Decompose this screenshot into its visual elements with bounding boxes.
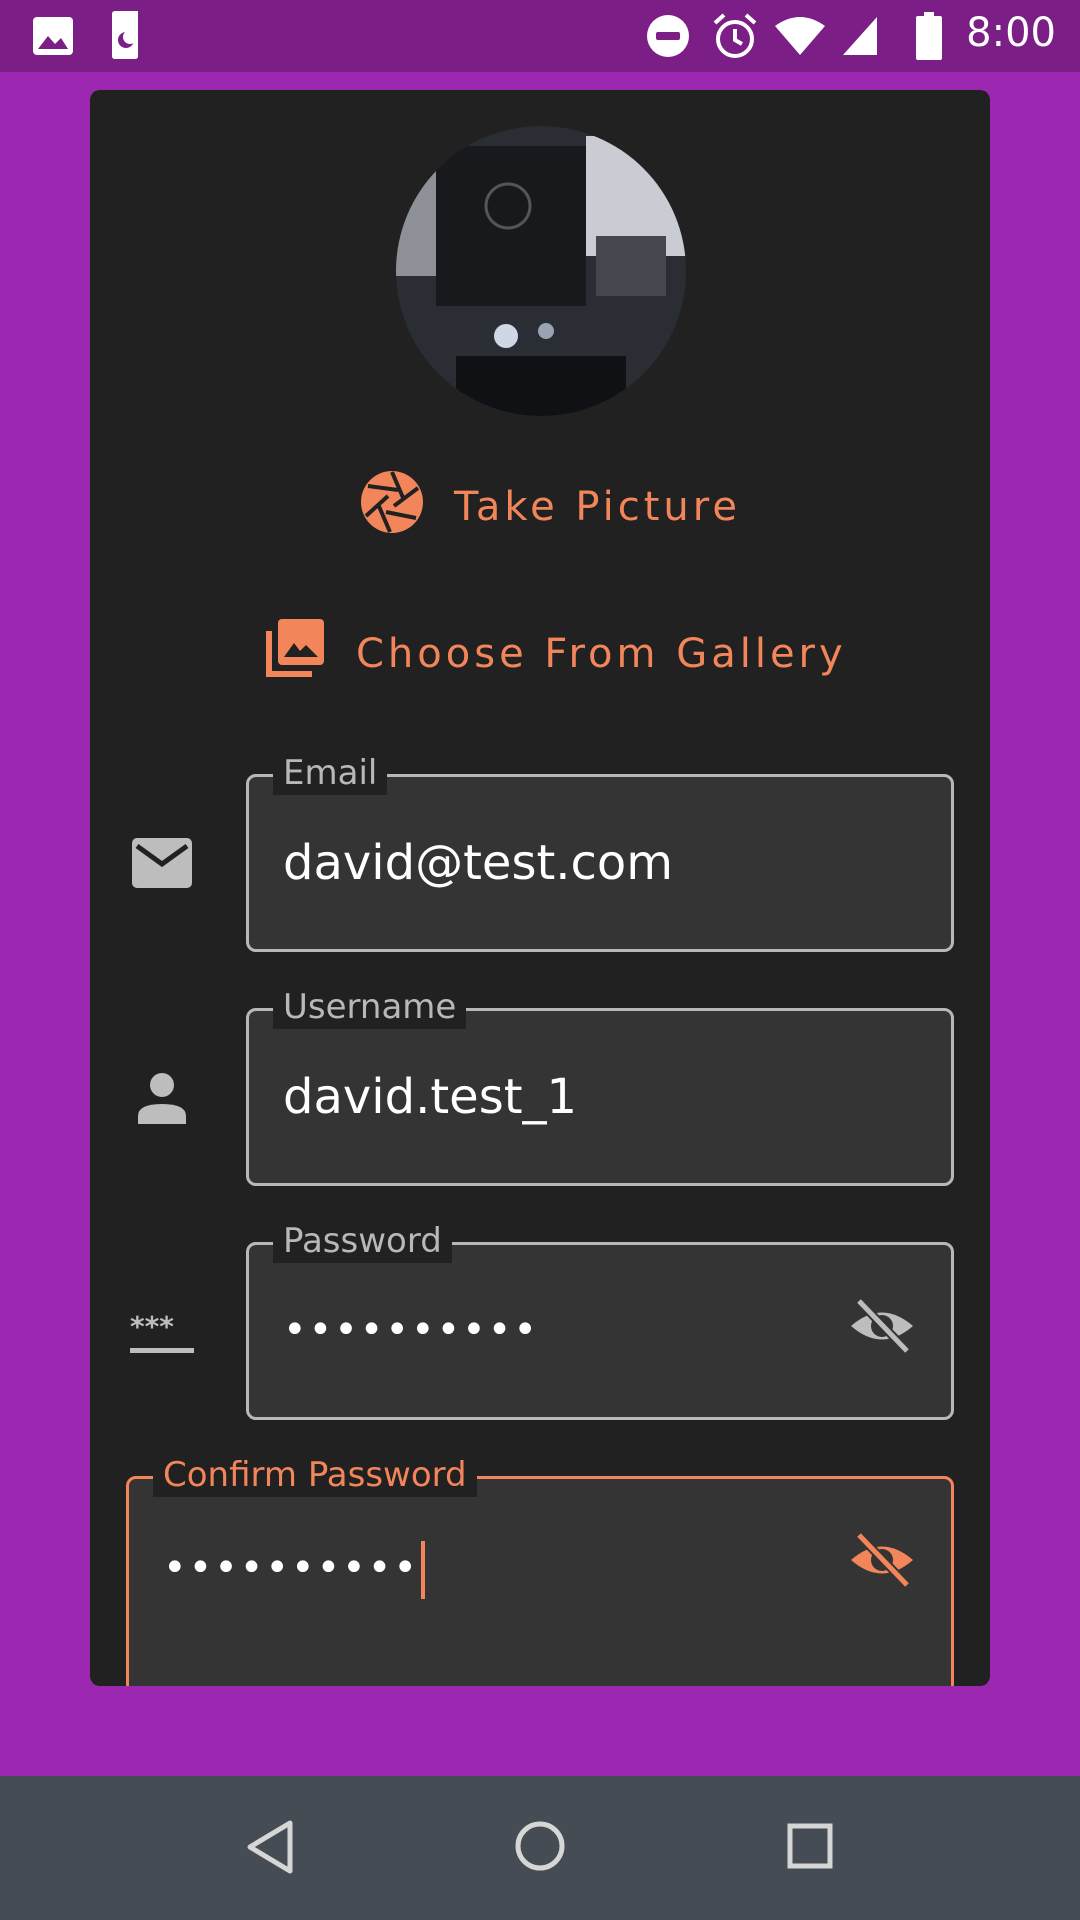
home-icon[interactable] [514, 1820, 566, 1876]
recents-icon[interactable] [786, 1822, 834, 1874]
confirm-password-value: •••••••••• [163, 1541, 425, 1599]
username-field[interactable]: Username david.test_1 [246, 985, 954, 1186]
username-value: david.test_1 [283, 1069, 578, 1125]
camera-shutter-icon [360, 470, 424, 544]
confirm-password-field[interactable]: Confirm Password •••••••••• [126, 1453, 954, 1686]
sign-up-card: Take Picture Choose From Gallery Email d… [90, 90, 990, 1686]
take-picture-button[interactable]: Take Picture [360, 470, 741, 544]
username-label: Username [273, 985, 467, 1029]
email-label: Email [273, 751, 388, 795]
password-icon: *** [130, 1310, 196, 1362]
signal-icon [842, 16, 878, 60]
password-label: Password [273, 1219, 452, 1263]
choose-from-gallery-label: Choose From Gallery [356, 631, 847, 677]
alarm-icon [712, 12, 758, 64]
sim-card-icon [110, 10, 140, 64]
visibility-off-icon[interactable] [849, 1531, 915, 1593]
profile-avatar[interactable] [396, 126, 686, 416]
text-caret [420, 1541, 425, 1599]
photo-library-icon [262, 617, 326, 691]
navigation-bar [0, 1776, 1080, 1920]
back-icon[interactable] [246, 1820, 294, 1878]
email-value: david@test.com [283, 835, 674, 891]
password-field[interactable]: Password •••••••••• [246, 1219, 954, 1420]
image-icon [32, 16, 74, 60]
status-time: 8:00 [966, 10, 1056, 56]
password-value: •••••••••• [283, 1307, 539, 1353]
status-bar: 8:00 [0, 0, 1080, 72]
wifi-icon [774, 16, 826, 60]
svg-text:***: *** [130, 1314, 174, 1343]
take-picture-label: Take Picture [454, 484, 741, 530]
visibility-off-icon[interactable] [849, 1297, 915, 1359]
battery-icon [916, 12, 942, 64]
choose-from-gallery-button[interactable]: Choose From Gallery [262, 614, 847, 694]
do-not-disturb-icon [646, 14, 690, 62]
email-field[interactable]: Email david@test.com [246, 751, 954, 952]
person-icon [136, 1072, 188, 1128]
email-icon [132, 838, 192, 892]
confirm-password-label: Confirm Password [153, 1453, 477, 1497]
